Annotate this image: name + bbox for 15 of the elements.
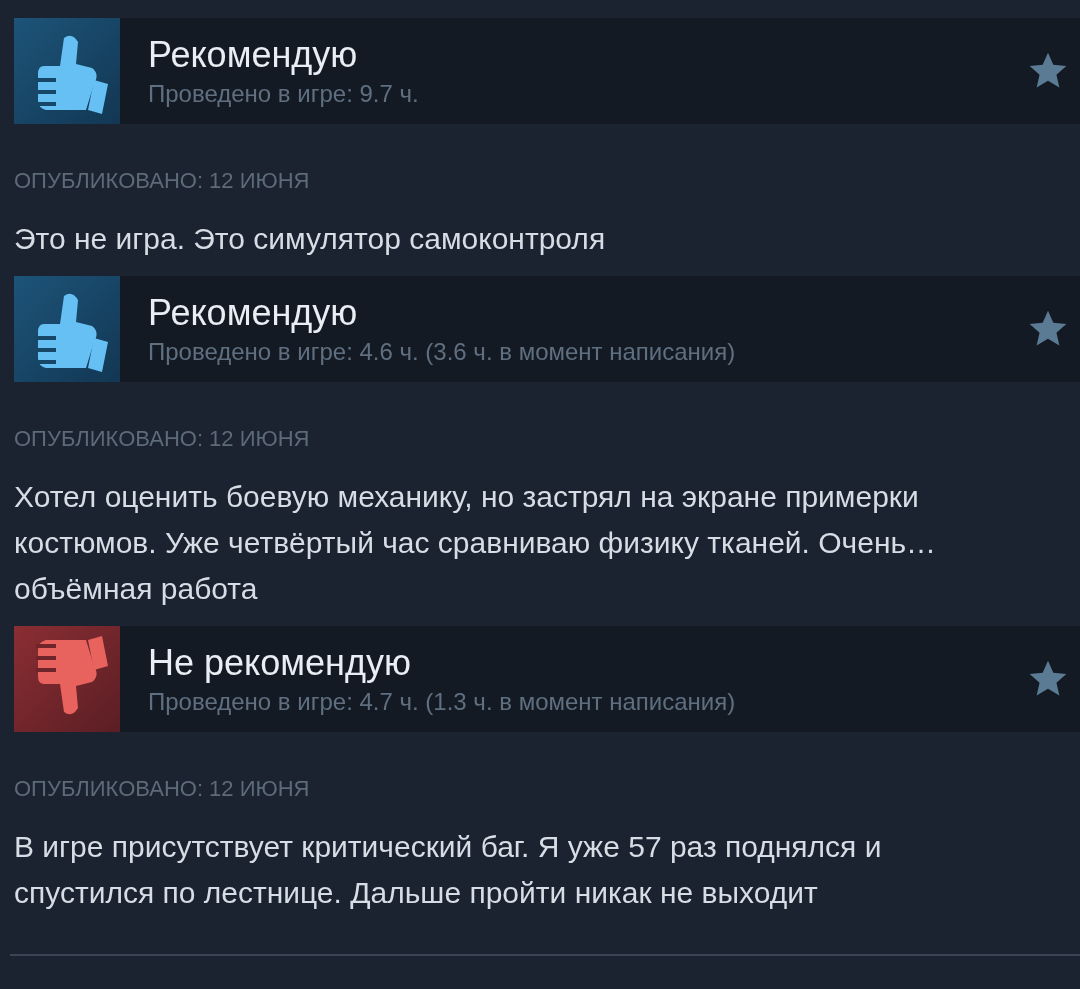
posted-date: ОПУБЛИКОВАНО: 12 ИЮНЯ <box>14 168 311 194</box>
review-verdict: Рекомендую <box>148 33 359 77</box>
playtime-text: Проведено в игре: 4.7 ч. (1.3 ч. в момент написания) <box>148 687 737 717</box>
playtime-text: Проведено в игре: 4.6 ч. (3.6 ч. в момент написания) <box>148 337 737 367</box>
playtime-text: Проведено в игре: 9.7 ч. <box>148 79 420 109</box>
review-text: Это не игра. Это симулятор самоконтроля <box>14 221 607 257</box>
review-text: Хотел оценить боевую механику, но застрял на экране примерки костюмов. Уже четвёртый час сравниваю физику тканей. Очень… объёмная работа <box>14 479 938 607</box>
thumbs-down-icon <box>14 626 120 732</box>
review-verdict: Рекомендую <box>148 291 359 335</box>
thumbs-up-icon <box>14 18 120 124</box>
review-verdict: Не рекомендую <box>148 641 412 685</box>
posted-date: ОПУБЛИКОВАНО: 12 ИЮНЯ <box>14 426 311 452</box>
review-text: В игре присутствует критический баг. Я уже 57 раз поднялся и спустился по лестнице. Дальше пройти никак не выходит <box>14 829 883 911</box>
thumbs-up-icon <box>14 276 120 382</box>
posted-date: ОПУБЛИКОВАНО: 12 ИЮНЯ <box>14 776 311 802</box>
